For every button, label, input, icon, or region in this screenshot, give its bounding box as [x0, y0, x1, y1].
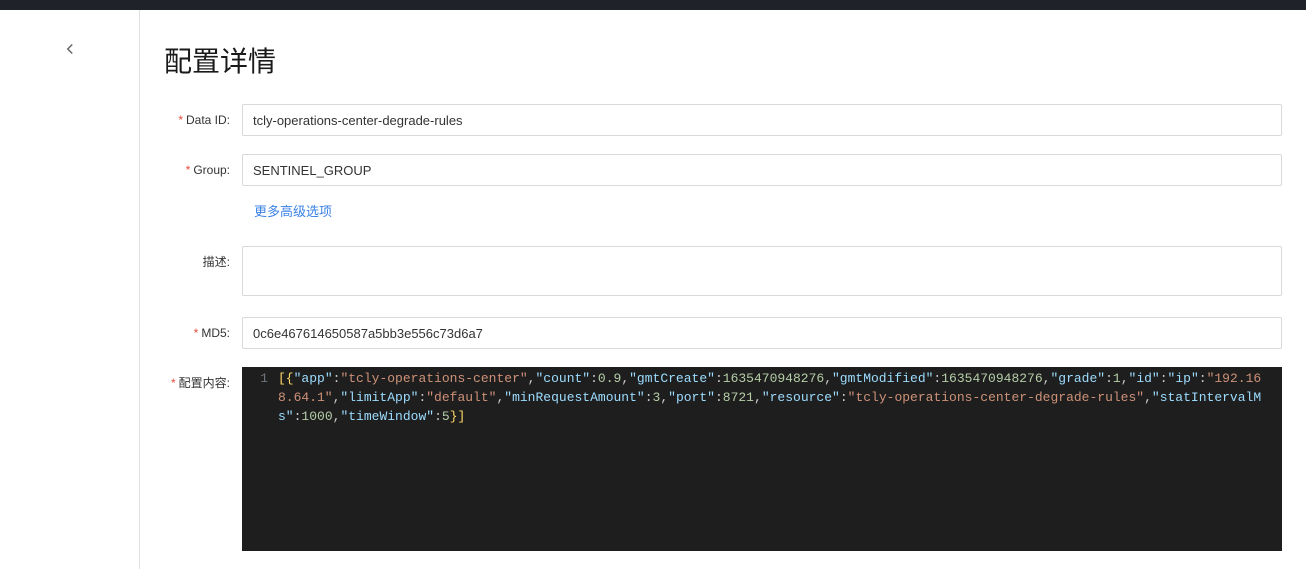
- editor-text[interactable]: [{"app":"tcly-operations-center","count"…: [276, 367, 1282, 551]
- main-content: 配置详情 *Data ID: *Group: 更多高级选项: [140, 10, 1306, 569]
- row-data-id: *Data ID:: [164, 104, 1282, 136]
- sidebar: [0, 10, 140, 569]
- description-input[interactable]: [242, 246, 1282, 296]
- top-bar: [0, 0, 1306, 10]
- label-data-id: *Data ID:: [164, 104, 242, 136]
- label-group: *Group:: [164, 154, 242, 186]
- row-description: 描述:: [164, 246, 1282, 299]
- row-group: *Group:: [164, 154, 1282, 186]
- required-marker: *: [171, 376, 176, 390]
- required-marker: *: [194, 326, 199, 340]
- group-input[interactable]: [242, 154, 1282, 186]
- required-marker: *: [178, 113, 183, 127]
- label-description: 描述:: [164, 246, 242, 278]
- required-marker: *: [186, 163, 191, 177]
- label-content: *配置内容:: [164, 367, 242, 399]
- md5-input[interactable]: [242, 317, 1282, 349]
- page-layout: 配置详情 *Data ID: *Group: 更多高级选项: [0, 10, 1306, 569]
- line-number: 1: [242, 369, 268, 388]
- config-content-editor[interactable]: 1 [{"app":"tcly-operations-center","coun…: [242, 367, 1282, 551]
- label-md5: *MD5:: [164, 317, 242, 349]
- more-options-link[interactable]: 更多高级选项: [242, 201, 332, 220]
- back-button[interactable]: [61, 40, 79, 58]
- editor-gutter: 1: [242, 367, 276, 551]
- data-id-input[interactable]: [242, 104, 1282, 136]
- page-title: 配置详情: [164, 40, 1282, 80]
- row-md5: *MD5:: [164, 317, 1282, 349]
- row-content: *配置内容: 1 [{"app":"tcly-operations-center…: [164, 367, 1282, 551]
- chevron-left-icon: [61, 40, 79, 58]
